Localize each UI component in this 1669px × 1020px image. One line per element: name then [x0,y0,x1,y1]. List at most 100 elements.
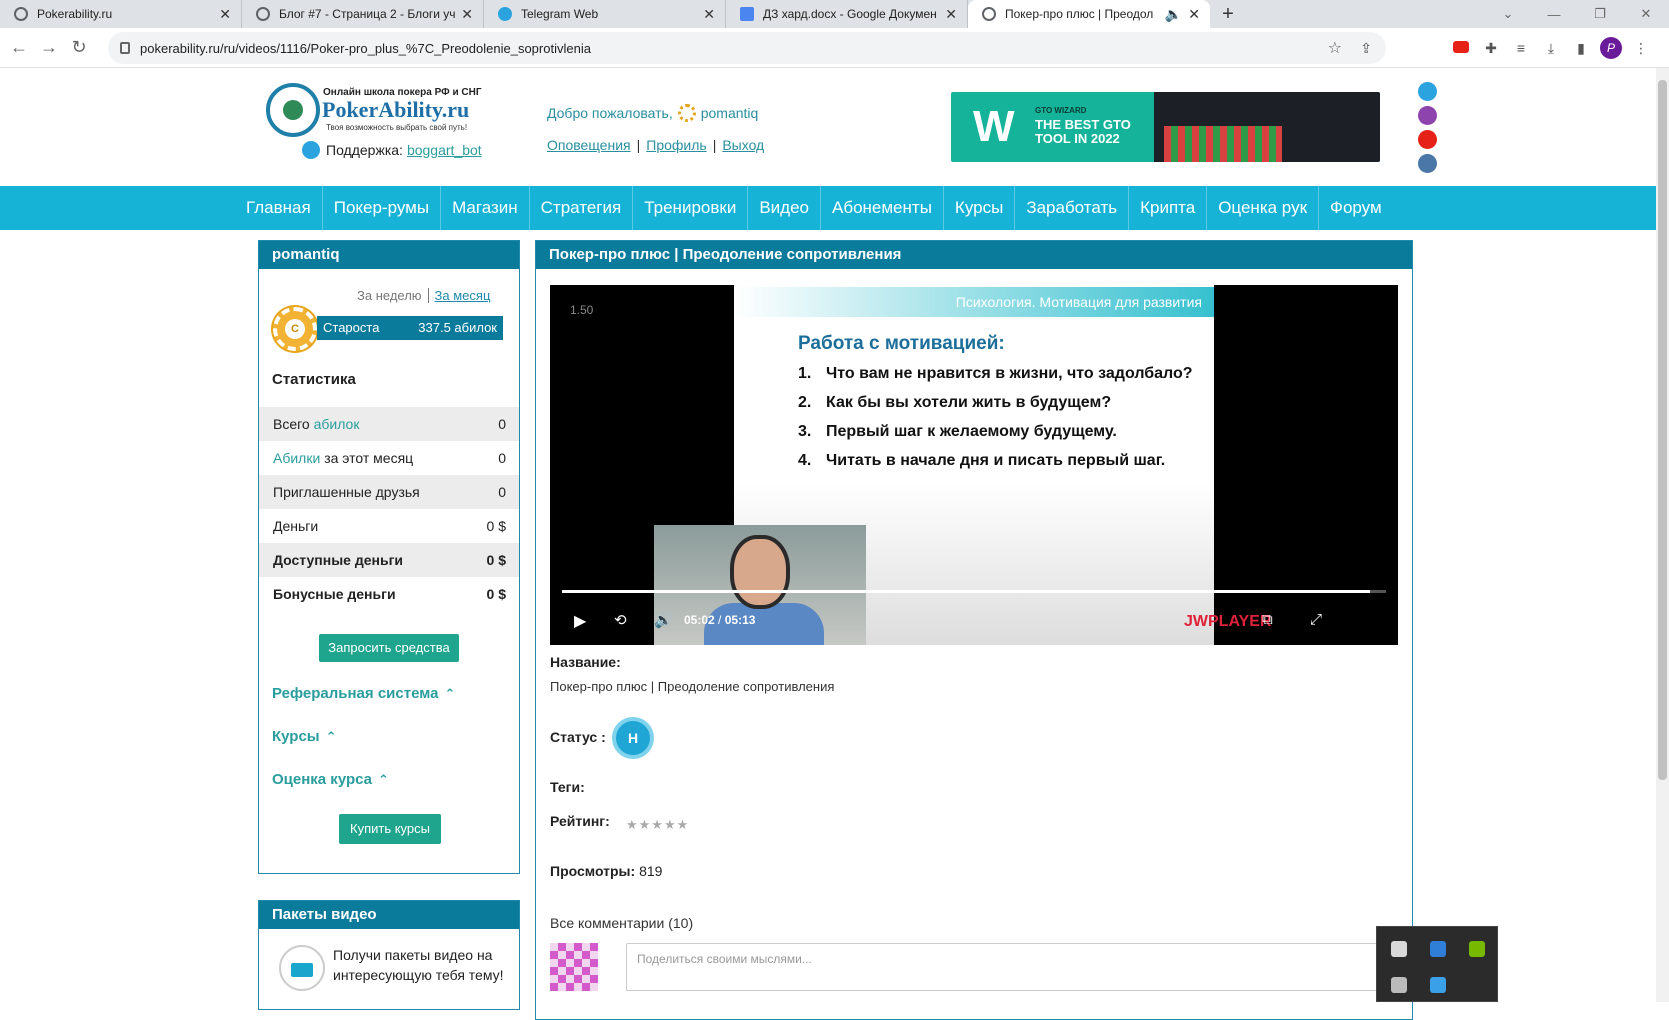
scrollbar-thumb[interactable] [1658,80,1667,780]
nav-item[interactable]: Стратегия [530,186,634,230]
new-tab-button[interactable]: + [1210,0,1246,28]
duration: 05:13 [724,613,756,627]
browser-tab[interactable]: Блог #7 - Страница 2 - Блоги уч ✕ [242,0,484,28]
nav-item[interactable]: Форум [1319,186,1393,230]
pip-icon[interactable]: ⧉ [1262,611,1273,628]
security-shield-icon[interactable] [1391,941,1407,957]
nav-item[interactable]: Покер-румы [323,186,442,230]
system-tray-popup [1376,926,1498,1002]
rewind-10-icon[interactable]: ⟲ [614,611,627,629]
fullscreen-icon[interactable]: ⤢ [1310,611,1322,628]
nav-item[interactable]: Курсы [944,186,1016,230]
globe-icon [14,7,28,21]
tags-label: Теги: [550,779,585,795]
nvidia-icon[interactable] [1469,941,1485,957]
video-progress-bar[interactable] [562,590,1386,593]
rank-bar: C Староста 337.5 абилок [273,307,503,351]
nav-item[interactable]: Оценка рук [1207,186,1320,230]
status-badge: Н [612,717,654,759]
profile-avatar[interactable]: P [1596,37,1626,59]
browser-tab[interactable]: Pokerability.ru ✕ [0,0,242,28]
stat-row: Бонусные деньги 0 $ [273,586,506,602]
back-icon[interactable]: ← [4,37,34,58]
nav-item[interactable]: Магазин [441,186,530,230]
nav-item[interactable]: Абонементы [821,186,944,230]
speaker-icon[interactable]: 🔈 [1165,6,1182,23]
banner-matrix-image [1154,92,1380,162]
url-field[interactable]: pokerability.ru/ru/videos/1116/Poker-pro… [108,32,1386,64]
rating-stars[interactable]: ★★★★★ [626,817,689,833]
chevron-down-icon[interactable]: ⌄ [1485,0,1531,28]
bookmark-star-icon[interactable]: ☆ [1328,38,1342,58]
packages-text[interactable]: Получи пакеты видео на интересующую тебя… [333,945,513,991]
play-icon[interactable]: ▶ [574,611,586,631]
nav-item[interactable]: Тренировки [633,186,749,230]
globe-icon [982,7,996,21]
request-funds-button[interactable]: Запросить средства [319,634,459,662]
nav-item[interactable]: Крипта [1129,186,1208,230]
close-icon[interactable]: ✕ [703,6,715,23]
slide-item: 3. Первый шаг к желаемому будущему. [798,423,1117,440]
close-icon[interactable]: ✕ [945,6,957,23]
telegram-icon[interactable] [1418,82,1437,101]
browser-tab-active[interactable]: Покер-про плюс | Преодол 🔈 ✕ [968,0,1210,28]
twitch-icon[interactable] [1418,106,1437,125]
support-link[interactable]: boggart_bot [407,142,482,158]
status-label: Статус : [550,729,606,745]
vk-icon[interactable] [1418,154,1437,173]
share-icon[interactable]: ⇪ [1360,40,1372,57]
puzzle-icon[interactable]: ✚ [1476,40,1506,57]
media-queue-icon[interactable]: ≡ [1506,40,1536,56]
jwplayer-logo[interactable]: JWPLAYER [1184,613,1271,631]
courses-toggle[interactable]: Курсы [272,728,337,745]
forward-icon[interactable]: → [34,37,64,58]
close-icon[interactable]: ✕ [461,6,473,23]
close-window-icon[interactable]: ✕ [1623,0,1669,28]
rank-name: Староста [323,320,380,335]
usb-icon[interactable] [1391,977,1407,993]
period-month[interactable]: За месяц [435,288,491,303]
site-logo[interactable]: Онлайн школа покера РФ и СНГ PokerAbilit… [266,83,496,143]
username[interactable]: pomantiq [701,105,759,121]
side-panel-icon[interactable]: ▮ [1566,40,1596,57]
packages-title: Пакеты видео [259,901,519,929]
volume-icon[interactable]: 🔊 [654,611,673,629]
slide-item: 2. Как бы вы хотели жить в будущем? [798,394,1112,411]
course-rating-toggle[interactable]: Оценка курса [272,771,389,788]
restore-icon[interactable]: ❐ [1577,0,1623,28]
browser-tab[interactable]: Telegram Web ✕ [484,0,726,28]
lock-icon[interactable] [120,42,130,54]
name-value: Покер-про плюс | Преодоление сопротивлен… [550,679,835,694]
nav-item[interactable]: Главная [235,186,323,230]
screenshot-tool-icon[interactable] [1430,977,1446,993]
referral-toggle[interactable]: Реферальная система [272,685,455,702]
menu-kebab-icon[interactable]: ⋮ [1626,40,1656,57]
download-icon[interactable]: ⤓ [1536,40,1566,57]
views-label: Просмотры: [550,863,636,879]
video-controls: ▶ ⟲ 🔊 05:02 / 05:13 JWPLAYER ⧉ ⤢ [574,611,1323,631]
stat-row: Доступные деньги 0 $ [259,543,519,577]
logout-link[interactable]: Выход [722,137,764,153]
minimize-icon[interactable]: — [1531,0,1577,28]
browser-tab[interactable]: ДЗ хард.docx - Google Докумен ✕ [726,0,968,28]
page-scrollbar[interactable] [1656,68,1669,1002]
video-panel: Покер-про плюс | Преодоление сопротивлен… [535,240,1413,1020]
close-icon[interactable]: ✕ [1188,6,1200,23]
abilki-month-link[interactable]: Абилки [273,450,320,466]
profile-link[interactable]: Профиль [646,137,706,153]
gto-wizard-banner[interactable]: W GTO WIZARD THE BEST GTO TOOL IN 2022 [951,92,1380,162]
nav-item[interactable]: Видео [748,186,821,230]
period-week[interactable]: За неделю [357,288,422,303]
video-player[interactable]: 1.50 Психология. Мотивация для развития … [550,285,1398,645]
youtube-icon[interactable] [1418,130,1437,149]
app-tray-icon[interactable] [1430,941,1446,957]
slide-heading: Работа с мотивацией: [798,333,1005,354]
comment-input[interactable]: Поделиться своими мыслями... [626,943,1396,991]
close-icon[interactable]: ✕ [219,6,231,23]
buy-courses-button[interactable]: Купить курсы [339,814,441,844]
nav-item[interactable]: Заработать [1015,186,1130,230]
reload-icon[interactable]: ↻ [64,37,94,58]
youtube-extension-icon[interactable] [1446,40,1476,56]
notifications-link[interactable]: Оповещения [547,137,631,153]
abilki-link[interactable]: абилок [314,416,360,432]
